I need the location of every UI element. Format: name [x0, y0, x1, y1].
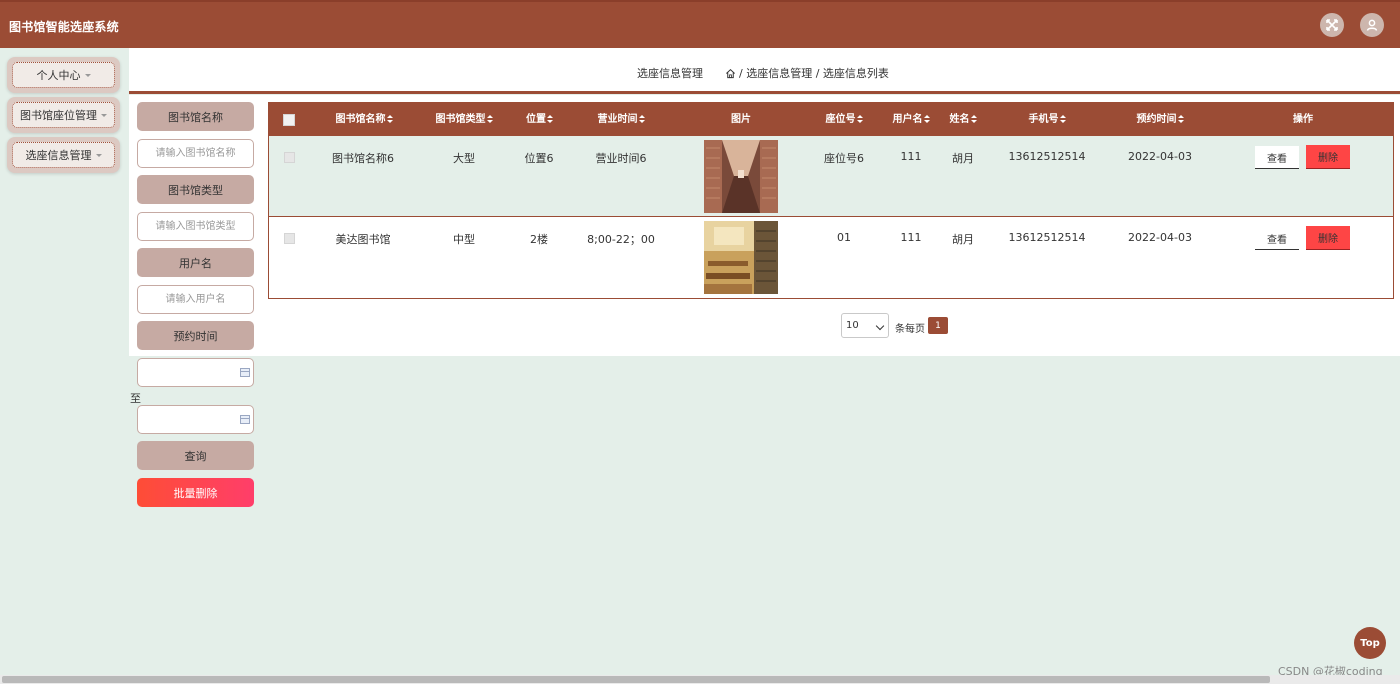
view-button[interactable]: 查看: [1255, 146, 1299, 169]
cell-reserve-time: 2022-04-03: [1128, 231, 1192, 244]
column-header-seat-no[interactable]: 座位号: [819, 103, 869, 136]
user-button[interactable]: [1360, 13, 1384, 37]
column-header-username[interactable]: 用户名: [886, 103, 936, 136]
sidebar-item-label: 图书馆座位管理: [20, 109, 97, 122]
sidebar-item-label: 个人中心: [36, 69, 81, 82]
delete-button[interactable]: 删除: [1306, 145, 1350, 169]
delete-button[interactable]: 删除: [1306, 226, 1350, 250]
sort-icon: [970, 115, 977, 123]
cell-hours: 8;00-22；00: [587, 233, 655, 246]
row-checkbox[interactable]: [284, 152, 295, 163]
cell-phone: 13612512514: [1008, 231, 1086, 244]
select-all-checkbox[interactable]: [283, 114, 295, 126]
table-row: 图书馆名称6 大型 位置6 营业时间6 座位号6 111 胡月 13612512…: [269, 136, 1393, 217]
cell-seat-no: 01: [837, 231, 851, 244]
cell-username: 111: [900, 231, 922, 244]
table-header: 图书馆名称 图书馆类型 位置 营业时间 图片 座位号 用户名 姓名 手机号 预约…: [269, 103, 1393, 136]
fullscreen-button[interactable]: [1320, 13, 1344, 37]
sort-icon: [923, 115, 930, 123]
table-row: 美达图书馆 中型 2楼 8;00-22；00 01 111 胡月 1361251…: [269, 217, 1393, 298]
cell-location: 位置6: [524, 152, 554, 165]
breadcrumb: / 选座信息管理 / 选座信息列表: [725, 65, 889, 81]
column-header-image: 图片: [731, 114, 751, 125]
sort-icon: [856, 115, 863, 123]
cell-name: 胡月: [952, 152, 974, 165]
library-name-input[interactable]: [137, 139, 254, 168]
cell-location: 2楼: [530, 233, 548, 246]
calendar-icon[interactable]: [240, 368, 250, 377]
page-button-current[interactable]: 1: [928, 317, 948, 334]
column-header-reserve-time[interactable]: 预约时间: [1125, 103, 1195, 136]
reserve-start-date-input[interactable]: [137, 358, 254, 387]
selection-table: 图书馆名称 图书馆类型 位置 营业时间 图片 座位号 用户名 姓名 手机号 预约…: [268, 102, 1394, 299]
top-header: 图书馆智能选座系统: [0, 0, 1400, 48]
chevron-down-icon: [84, 73, 91, 77]
library-photo[interactable]: [704, 140, 778, 213]
column-header-location[interactable]: 位置: [517, 103, 562, 136]
column-header-library-type[interactable]: 图书馆类型: [429, 103, 499, 136]
column-header-hours[interactable]: 营业时间: [591, 103, 651, 136]
calendar-icon[interactable]: [240, 415, 250, 424]
fullscreen-icon: [1326, 19, 1338, 31]
scrollbar-thumb[interactable]: [2, 676, 1270, 683]
chevron-down-icon: [101, 113, 107, 117]
row-checkbox[interactable]: [284, 233, 295, 244]
username-input[interactable]: [137, 285, 254, 314]
chevron-down-icon: [95, 153, 102, 157]
app-title: 图书馆智能选座系统: [9, 20, 119, 34]
library-photo[interactable]: [704, 221, 778, 294]
sort-icon: [1059, 115, 1066, 123]
page-title: 选座信息管理: [637, 67, 703, 80]
cell-library-type: 大型: [453, 152, 475, 165]
query-button[interactable]: 查询: [137, 441, 254, 470]
sidebar: 个人中心 图书馆座位管理 选座信息管理: [0, 48, 128, 668]
column-header-phone[interactable]: 手机号: [1019, 103, 1075, 136]
library-type-label: 图书馆类型: [137, 175, 254, 204]
library-type-input[interactable]: [137, 212, 254, 241]
cell-reserve-time: 2022-04-03: [1128, 150, 1192, 163]
back-to-top-button[interactable]: Top: [1354, 627, 1386, 659]
cell-phone: 13612512514: [1008, 150, 1086, 163]
cell-library-name: 图书馆名称6: [332, 152, 394, 165]
sidebar-item-personal-center[interactable]: 个人中心: [7, 57, 120, 93]
sort-icon: [486, 115, 493, 123]
cell-library-type: 中型: [453, 233, 475, 246]
sort-icon: [1177, 115, 1184, 123]
home-icon[interactable]: [725, 68, 736, 79]
cell-seat-no: 座位号6: [824, 152, 864, 165]
breadcrumb-path[interactable]: / 选座信息管理 / 选座信息列表: [739, 65, 889, 81]
column-header-library-name[interactable]: 图书馆名称: [329, 103, 399, 136]
user-avatar-icon: [1366, 19, 1378, 31]
sidebar-item-label: 选座信息管理: [25, 149, 92, 162]
chevron-down-icon: [875, 321, 885, 331]
page-size-select[interactable]: 10: [841, 313, 889, 338]
view-button[interactable]: 查看: [1255, 227, 1299, 250]
cell-name: 胡月: [952, 233, 974, 246]
library-name-label: 图书馆名称: [137, 102, 254, 131]
sort-icon: [638, 115, 645, 123]
sort-icon: [386, 115, 393, 123]
reserve-time-label: 预约时间: [137, 321, 254, 350]
date-range-separator: 至: [130, 392, 141, 405]
reserve-end-date-input[interactable]: [137, 405, 254, 434]
sort-icon: [547, 115, 553, 123]
breadcrumb-bar: 选座信息管理 / 选座信息管理 / 选座信息列表: [129, 48, 1400, 94]
horizontal-scrollbar[interactable]: [0, 675, 1400, 684]
username-label: 用户名: [137, 248, 254, 277]
cell-hours: 营业时间6: [595, 152, 647, 165]
column-header-actions: 操作: [1293, 114, 1313, 125]
sidebar-item-selection-management[interactable]: 选座信息管理: [7, 137, 120, 173]
cell-library-name: 美达图书馆: [335, 233, 391, 246]
cell-username: 111: [900, 150, 922, 163]
column-header-name[interactable]: 姓名: [944, 103, 982, 136]
batch-delete-button[interactable]: 批量删除: [137, 478, 254, 507]
per-page-label: 条每页: [895, 324, 925, 335]
sidebar-item-seat-management[interactable]: 图书馆座位管理: [7, 97, 120, 133]
